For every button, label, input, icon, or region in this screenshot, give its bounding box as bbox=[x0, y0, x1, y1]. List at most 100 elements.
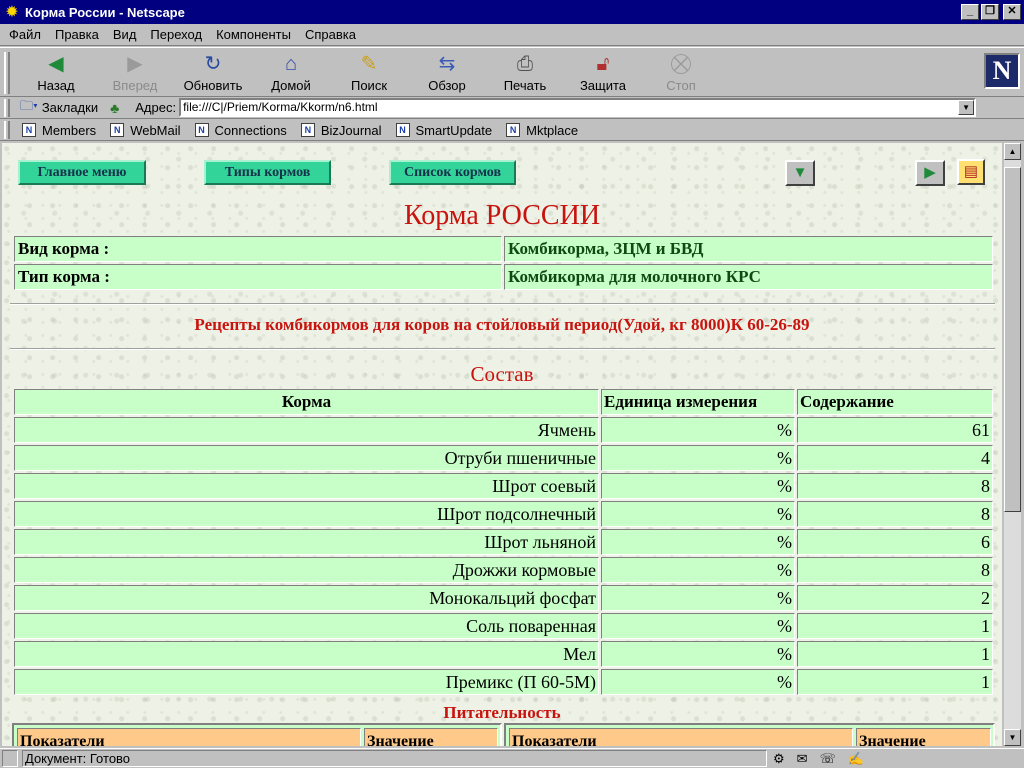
table-row: Премикс (П 60-5М)% 1 bbox=[14, 669, 993, 695]
discussion-icon[interactable]: ☏ bbox=[820, 751, 836, 767]
feed-name: Шрот соевый bbox=[14, 473, 599, 499]
address-input[interactable]: file:///C|/Priem/Korma/Kkorm/n6.html ▼ bbox=[179, 98, 977, 117]
feed-name: Дрожжи кормовые bbox=[14, 557, 599, 583]
unit-column-header: Единица измерения bbox=[601, 389, 795, 415]
link-members[interactable]: N Members bbox=[22, 123, 96, 138]
guide-button[interactable]: ⇆ Обзор bbox=[408, 50, 486, 96]
stop-icon: ⛒ bbox=[670, 53, 692, 75]
feed-types-button[interactable]: Типы кормов bbox=[204, 160, 331, 185]
minimize-button[interactable]: _ bbox=[961, 4, 979, 20]
feed-content: 6 bbox=[797, 529, 993, 555]
security-lock-icon[interactable] bbox=[2, 750, 18, 767]
composition-table: Корма Единица измерения Содержание Ячмен… bbox=[12, 387, 995, 697]
menu-go[interactable]: Переход bbox=[143, 27, 209, 42]
feed-index-icon[interactable]: ▤ bbox=[957, 159, 985, 185]
link-connections[interactable]: N Connections bbox=[194, 123, 287, 138]
page-proxy-icon[interactable]: ♣ bbox=[110, 100, 119, 116]
location-grip[interactable] bbox=[4, 98, 10, 117]
personal-grip[interactable] bbox=[4, 121, 10, 139]
menu-view[interactable]: Вид bbox=[106, 27, 144, 42]
scroll-up-icon[interactable]: ▲ bbox=[1004, 143, 1021, 160]
vertical-scrollbar[interactable]: ▲ ▼ bbox=[1004, 143, 1021, 746]
navigator-icon[interactable]: ⚙ bbox=[773, 751, 785, 767]
bookmark-page-icon: N bbox=[506, 123, 521, 137]
netscape-app-icon[interactable]: ✹ bbox=[3, 3, 21, 21]
kind-value: Комбикорма, ЗЦМ и БВД bbox=[504, 236, 993, 262]
download-arrow-icon[interactable]: ▼ bbox=[785, 160, 815, 186]
address-dropdown-icon[interactable]: ▼ bbox=[958, 100, 975, 115]
menu-bar: Файл Правка Вид Переход Компоненты Справ… bbox=[0, 24, 1024, 46]
reload-button[interactable]: ↻ Обновить bbox=[174, 50, 252, 96]
security-button[interactable]: 🔓︎ Защита bbox=[564, 50, 642, 96]
guide-signpost-icon: ⇆ bbox=[438, 53, 456, 75]
composition-title: Состав bbox=[470, 362, 534, 386]
link-bizjournal[interactable]: N BizJournal bbox=[300, 123, 382, 138]
feed-content: 1 bbox=[797, 669, 993, 695]
feed-list-button[interactable]: Список кормов bbox=[389, 160, 516, 185]
status-bar: Документ: Готово ⚙ ✉ ☏ ✍ bbox=[0, 748, 1024, 768]
menu-edit[interactable]: Правка bbox=[48, 27, 106, 42]
menu-components[interactable]: Компоненты bbox=[209, 27, 298, 42]
netscape-logo[interactable]: N bbox=[984, 53, 1020, 89]
page-content: Главное меню Типы кормов Список кормов ▼… bbox=[2, 143, 1002, 746]
link-smartupdate[interactable]: N SmartUpdate bbox=[395, 123, 492, 138]
feed-name: Премикс (П 60-5М) bbox=[14, 669, 599, 695]
printer-icon: ⎙ bbox=[517, 53, 533, 75]
maximize-button[interactable]: ❐ bbox=[981, 4, 999, 20]
menu-file[interactable]: Файл bbox=[2, 27, 48, 42]
table-header-row: Корма Единица измерения Содержание bbox=[14, 389, 993, 415]
table-row: Соль поваренная% 1 bbox=[14, 613, 993, 639]
print-button[interactable]: ⎙ Печать bbox=[486, 50, 564, 96]
menu-help[interactable]: Справка bbox=[298, 27, 363, 42]
feed-unit: % bbox=[601, 473, 795, 499]
stop-button[interactable]: ⛒ Стоп bbox=[642, 50, 720, 96]
mail-icon[interactable]: ✉ bbox=[797, 751, 808, 767]
toolbar-grip[interactable] bbox=[4, 52, 10, 94]
search-flashlight-icon: ✎ bbox=[360, 53, 378, 75]
table-row: Монокальций фосфат% 2 bbox=[14, 585, 993, 611]
type-label: Тип корма : bbox=[14, 264, 502, 290]
indicator-column-header: Показатели bbox=[509, 728, 853, 746]
feed-content: 2 bbox=[797, 585, 993, 611]
indicator-column-header: Показатели bbox=[17, 728, 361, 746]
padlock-icon: 🔓︎ bbox=[596, 53, 610, 75]
feed-content: 1 bbox=[797, 641, 993, 667]
recipe-title: Рецепты комбикормов для коров на стойлов… bbox=[194, 315, 810, 334]
back-button[interactable]: ◀ Назад bbox=[17, 50, 95, 96]
main-menu-button[interactable]: Главное меню bbox=[18, 160, 146, 185]
feed-content: 8 bbox=[797, 473, 993, 499]
table-row: Тип корма : Комбикорма для молочного КРС bbox=[14, 264, 993, 290]
composer-icon[interactable]: ✍ bbox=[848, 751, 864, 767]
status-text: Документ: Готово bbox=[22, 750, 767, 767]
bookmarks-icon: 🗀︎▾ bbox=[20, 97, 38, 113]
feed-name: Ячмень bbox=[14, 417, 599, 443]
table-row: Дрожжи кормовые% 8 bbox=[14, 557, 993, 583]
feed-unit: % bbox=[601, 417, 795, 443]
back-arrow-icon: ◀ bbox=[48, 53, 64, 75]
location-toolbar: 🗀︎▾ Закладки ♣ Адрес: file:///C|/Priem/K… bbox=[0, 97, 1024, 119]
search-button[interactable]: ✎ Поиск bbox=[330, 50, 408, 96]
feed-name: Шрот подсолнечный bbox=[14, 501, 599, 527]
divider bbox=[10, 303, 995, 305]
table-row: Шрот подсолнечный% 8 bbox=[14, 501, 993, 527]
home-icon: ⌂ bbox=[284, 53, 298, 75]
reload-icon: ↻ bbox=[204, 53, 222, 75]
table-row: Шрот льняной% 6 bbox=[14, 529, 993, 555]
close-button[interactable]: ✕ bbox=[1003, 4, 1021, 20]
bookmark-page-icon: N bbox=[300, 123, 315, 137]
nutrition-table-left: Показатели Значение bbox=[12, 723, 502, 746]
link-mktplace[interactable]: N Mktplace bbox=[506, 123, 578, 138]
home-button[interactable]: ⌂ Домой bbox=[252, 50, 330, 96]
forward-button[interactable]: ▶ Вперед bbox=[96, 50, 174, 96]
feed-content: 1 bbox=[797, 613, 993, 639]
link-webmail[interactable]: N WebMail bbox=[110, 123, 181, 138]
component-bar: ⚙ ✉ ☏ ✍ bbox=[773, 751, 864, 767]
scroll-down-icon[interactable]: ▼ bbox=[1004, 729, 1021, 746]
forward-arrow-icon: ▶ bbox=[127, 53, 143, 75]
navigation-toolbar: ◀ Назад ▶ Вперед ↻ Обновить ⌂ Домой ✎ По… bbox=[0, 47, 1024, 97]
scroll-thumb[interactable] bbox=[1004, 167, 1021, 512]
value-column-header: Значение bbox=[856, 728, 991, 746]
feed-name: Монокальций фосфат bbox=[14, 585, 599, 611]
bookmarks-button[interactable]: 🗀︎▾ Закладки bbox=[20, 97, 98, 119]
next-arrow-icon[interactable]: ▶ bbox=[915, 160, 945, 186]
